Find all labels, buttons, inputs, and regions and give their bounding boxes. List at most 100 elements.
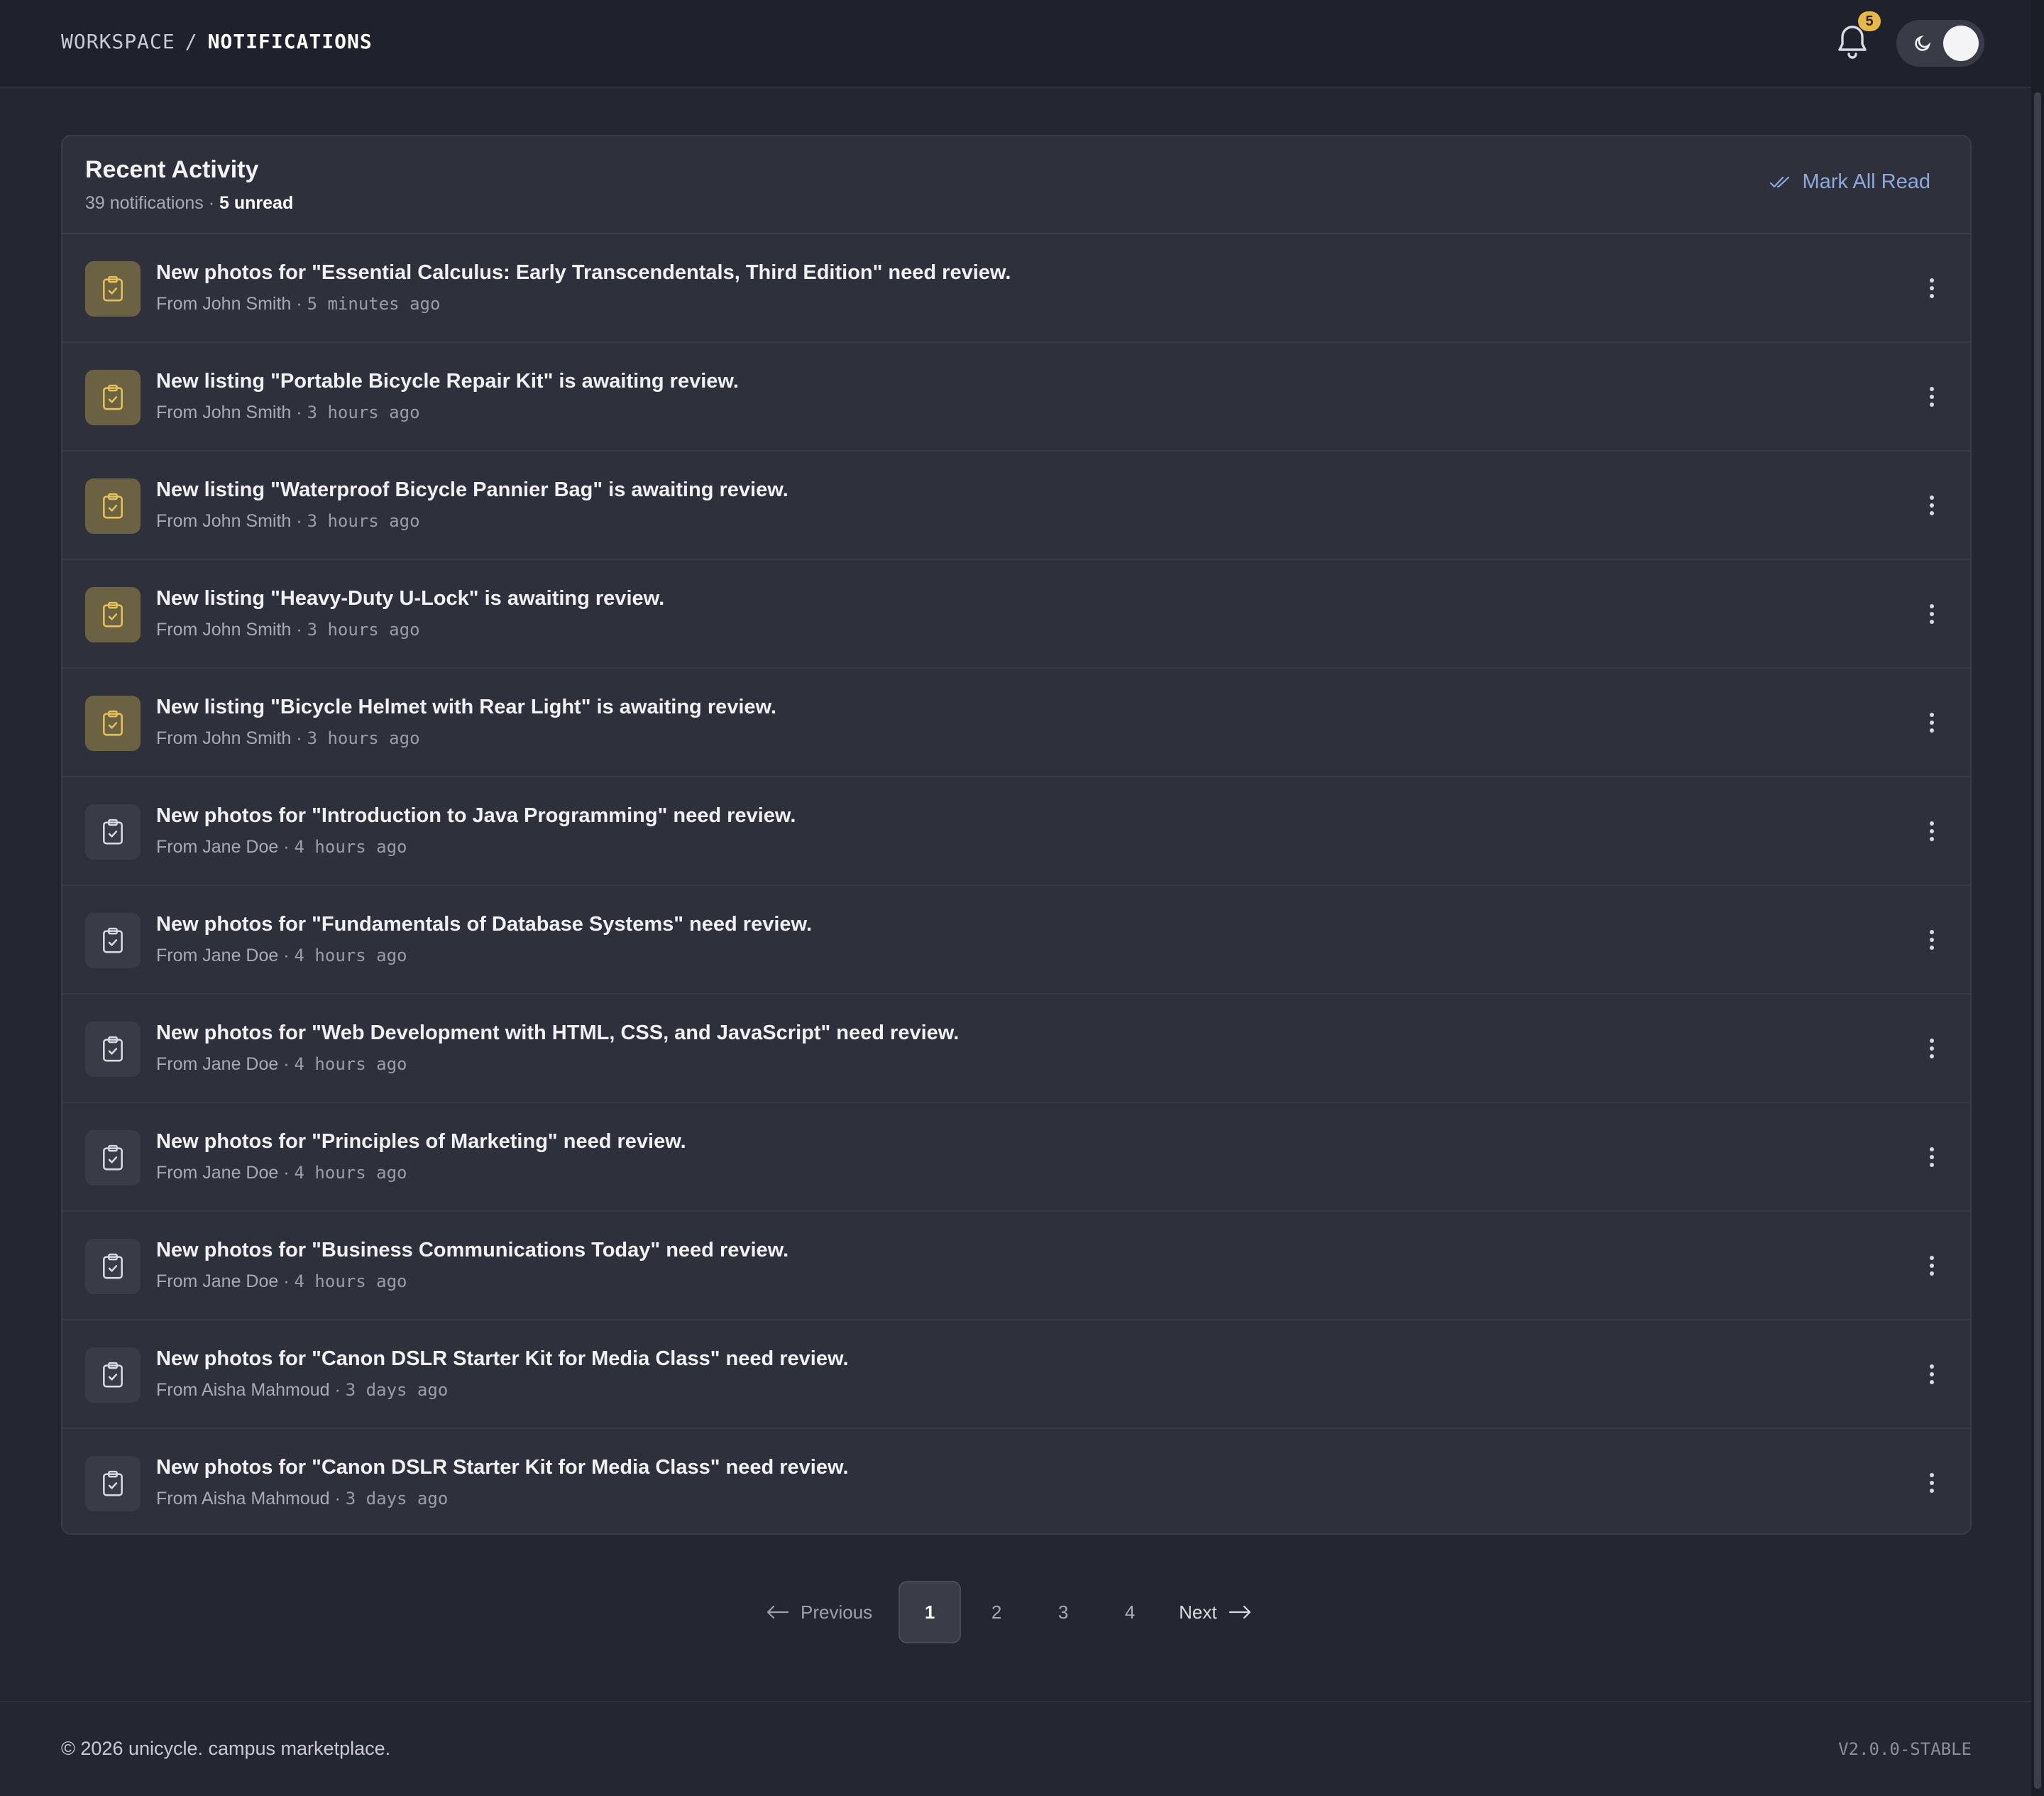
notification-meta: From John Smith · 3 hours ago	[156, 511, 420, 532]
notification-menu-button[interactable]	[1918, 1034, 1946, 1063]
meta-separator: ·	[334, 1380, 341, 1400]
notification-menu-button[interactable]	[1918, 274, 1946, 302]
notification-title: New listing "Portable Bicycle Repair Kit…	[156, 370, 739, 393]
notification-title: New photos for "Business Communications …	[156, 1239, 789, 1261]
page-button-3[interactable]: 3	[1032, 1581, 1094, 1643]
summary-separator: ·	[208, 193, 215, 213]
notification-row[interactable]: New photos for "Business Communications …	[62, 1212, 1970, 1320]
meta-separator: ·	[283, 946, 290, 965]
notification-title: New photos for "Web Development with HTM…	[156, 1022, 960, 1044]
meta-separator: ·	[283, 1163, 290, 1183]
notification-title: New listing "Bicycle Helmet with Rear Li…	[156, 696, 777, 718]
meta-separator: ·	[296, 620, 302, 640]
scrollbar-thumb[interactable]	[2034, 92, 2041, 1789]
breadcrumb: WORKSPACE / NOTIFICATIONS	[61, 30, 373, 53]
more-vertical-icon	[1930, 1473, 1934, 1493]
copyright-text: © 2026 unicycle. campus marketplace.	[61, 1738, 391, 1759]
notification-row[interactable]: New photos for "Fundamentals of Database…	[62, 886, 1970, 995]
unread-count: 5 unread	[219, 193, 294, 213]
notification-row[interactable]: New photos for "Web Development with HTM…	[62, 995, 1970, 1103]
notification-row[interactable]: New listing "Waterproof Bicycle Pannier …	[62, 451, 1970, 560]
notification-menu-button[interactable]	[1918, 491, 1946, 520]
notification-time: 3 days ago	[345, 1489, 449, 1508]
meta-separator: ·	[296, 403, 302, 422]
clipboard-check-icon	[103, 1036, 123, 1062]
breadcrumb-workspace[interactable]: WORKSPACE	[61, 30, 175, 53]
notification-menu-button[interactable]	[1918, 708, 1946, 737]
meta-separator: ·	[283, 1054, 290, 1074]
more-vertical-icon	[1930, 495, 1934, 515]
page-button-4[interactable]: 4	[1099, 1581, 1161, 1643]
notification-menu-button[interactable]	[1918, 1143, 1946, 1171]
card-summary: 39 notifications · 5 unread	[85, 193, 293, 214]
notification-meta: From Jane Doe · 4 hours ago	[156, 946, 407, 966]
notification-row[interactable]: New photos for "Essential Calculus: Earl…	[62, 234, 1970, 343]
notification-icon-tile	[85, 261, 141, 317]
notification-menu-button[interactable]	[1918, 1252, 1946, 1280]
notification-icon-tile	[85, 1239, 141, 1294]
mark-all-read-label: Mark All Read	[1802, 170, 1930, 193]
next-page-button[interactable]: Next	[1179, 1601, 1251, 1623]
notification-row[interactable]: New photos for "Canon DSLR Starter Kit f…	[62, 1320, 1970, 1429]
notification-time: 4 hours ago	[294, 1271, 407, 1291]
notification-menu-button[interactable]	[1918, 817, 1946, 845]
clipboard-check-icon	[103, 818, 123, 845]
footer: © 2026 unicycle. campus marketplace. V2.…	[0, 1701, 2031, 1796]
more-vertical-icon	[1930, 1256, 1934, 1276]
clipboard-check-icon	[103, 1144, 123, 1171]
scrollbar-track[interactable]	[2031, 0, 2044, 1796]
recent-activity-card: Recent Activity 39 notifications · 5 unr…	[61, 135, 1972, 1535]
next-label: Next	[1179, 1601, 1217, 1623]
more-vertical-icon	[1930, 713, 1934, 733]
notification-time: 5 minutes ago	[307, 294, 441, 314]
notification-icon-tile	[85, 1022, 141, 1077]
theme-toggle[interactable]	[1896, 20, 1984, 67]
notification-meta: From Jane Doe · 4 hours ago	[156, 1163, 407, 1183]
notification-row[interactable]: New listing "Portable Bicycle Repair Kit…	[62, 343, 1970, 451]
more-vertical-icon	[1930, 1364, 1934, 1384]
previous-page-button[interactable]: Previous	[766, 1601, 872, 1623]
notification-menu-button[interactable]	[1918, 600, 1946, 628]
notification-count: 39 notifications	[85, 193, 204, 213]
toggle-knob	[1943, 26, 1979, 61]
more-vertical-icon	[1930, 1147, 1934, 1167]
more-vertical-icon	[1930, 278, 1934, 298]
clipboard-check-icon	[103, 601, 123, 628]
arrow-left-icon	[766, 1605, 789, 1619]
more-vertical-icon	[1930, 387, 1934, 407]
notification-meta: From John Smith · 5 minutes ago	[156, 294, 440, 314]
notification-menu-button[interactable]	[1918, 926, 1946, 954]
notification-sender: From John Smith	[156, 620, 292, 640]
notification-icon-tile	[85, 696, 141, 751]
notifications-page: WORKSPACE / NOTIFICATIONS 5 Recent Activit…	[0, 0, 2044, 1796]
notification-title: New photos for "Principles of Marketing"…	[156, 1130, 686, 1153]
notification-row[interactable]: New photos for "Introduction to Java Pro…	[62, 777, 1970, 886]
previous-label: Previous	[801, 1601, 873, 1623]
notification-title: New listing "Waterproof Bicycle Pannier …	[156, 478, 789, 501]
page-button-2[interactable]: 2	[965, 1581, 1028, 1643]
more-vertical-icon	[1930, 821, 1934, 841]
notification-menu-button[interactable]	[1918, 383, 1946, 411]
notification-time: 3 hours ago	[307, 728, 420, 748]
notification-title: New listing "Heavy-Duty U-Lock" is await…	[156, 587, 665, 610]
notification-row[interactable]: New photos for "Principles of Marketing"…	[62, 1103, 1970, 1212]
notification-row[interactable]: New photos for "Canon DSLR Starter Kit f…	[62, 1429, 1970, 1533]
notification-sender: From Aisha Mahmoud	[156, 1489, 330, 1508]
notification-count-badge: 5	[1858, 11, 1881, 31]
notification-menu-button[interactable]	[1918, 1469, 1946, 1497]
clipboard-check-icon	[103, 384, 123, 410]
meta-separator: ·	[283, 837, 290, 857]
mark-all-read-button[interactable]: Mark All Read	[1769, 170, 1930, 194]
breadcrumb-current: NOTIFICATIONS	[207, 30, 373, 53]
notification-meta: From Aisha Mahmoud · 3 days ago	[156, 1489, 448, 1509]
notification-icon-tile	[85, 1130, 141, 1186]
notification-row[interactable]: New listing "Bicycle Helmet with Rear Li…	[62, 669, 1970, 777]
notifications-bell-button[interactable]: 5	[1835, 11, 1881, 61]
arrow-right-icon	[1229, 1605, 1251, 1619]
notification-menu-button[interactable]	[1918, 1360, 1946, 1389]
meta-separator: ·	[296, 511, 302, 531]
page-button-1[interactable]: 1	[899, 1581, 962, 1643]
clipboard-check-icon	[103, 1253, 123, 1279]
notification-row[interactable]: New listing "Heavy-Duty U-Lock" is await…	[62, 560, 1970, 669]
meta-separator: ·	[283, 1271, 290, 1291]
